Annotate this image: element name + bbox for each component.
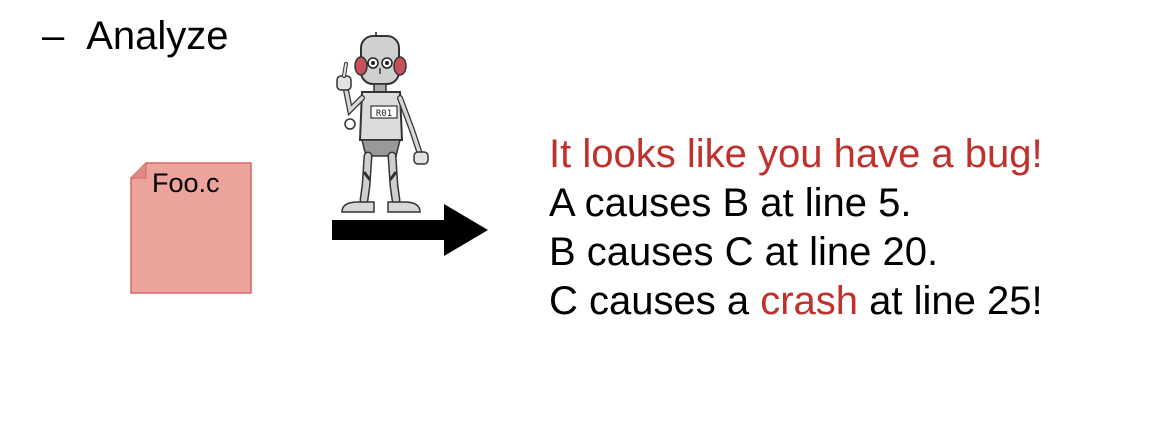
robot-badge: R01 (376, 109, 392, 119)
source-file: Foo.c (130, 162, 252, 294)
cause-line-1: A causes B at line 5. (549, 181, 912, 225)
right-arrow-icon (332, 204, 488, 256)
cause-line-3-prefix: C causes a (549, 279, 761, 323)
file-name: Foo.c (152, 168, 220, 198)
cause-line-3: C causes a crash at line 25! (549, 277, 1043, 326)
crash-highlight: crash (760, 279, 859, 323)
analysis-message: It looks like you have a bug! A causes B… (549, 130, 1043, 326)
cause-line-2: B causes C at line 20. (549, 230, 939, 274)
bullet-dash: – (42, 14, 65, 58)
bug-headline: It looks like you have a bug! (549, 132, 1043, 176)
cause-line-3-suffix: at line 25! (858, 279, 1043, 323)
bullet-analyze: – Analyze (42, 14, 229, 59)
bullet-text: Analyze (86, 14, 229, 58)
robot-pointing-icon: R01 (328, 28, 438, 218)
